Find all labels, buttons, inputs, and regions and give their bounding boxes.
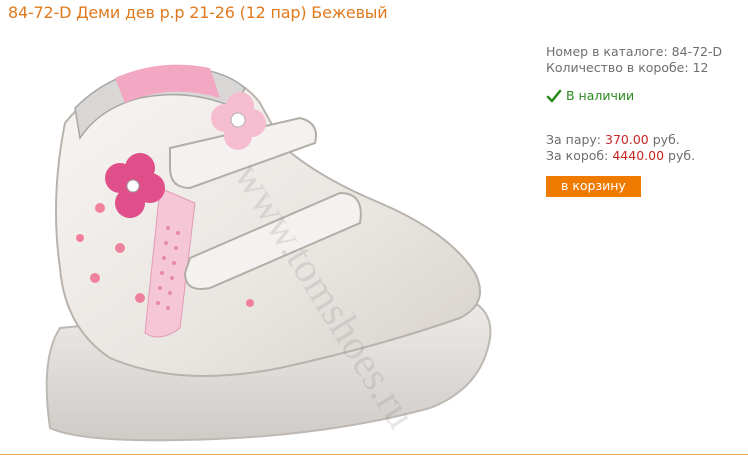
box-price-value: 4440.00 <box>612 148 665 163</box>
product-title: 84-72-D Деми дев р.р 21-26 (12 пар) Беже… <box>8 3 388 22</box>
box-quantity-row: Количество в коробе: 12 <box>546 60 746 76</box>
box-price-row: За короб: 4440.00 руб. <box>546 148 746 164</box>
prices: За пару: 370.00 руб. За короб: 4440.00 р… <box>546 132 746 164</box>
catalog-number-label: Номер в каталоге: <box>546 44 668 59</box>
box-quantity-label: Количество в коробе: <box>546 60 689 75</box>
divider <box>0 454 748 455</box>
checkmark-icon <box>546 88 562 104</box>
stock-status: В наличии <box>546 88 746 104</box>
stock-status-text: В наличии <box>566 88 635 103</box>
box-price-label: За короб: <box>546 148 609 163</box>
pair-price-value: 370.00 <box>605 132 649 147</box>
pair-price-currency: руб. <box>652 132 680 147</box>
catalog-number-value: 84-72-D <box>671 44 723 59</box>
pair-price-label: За пару: <box>546 132 602 147</box>
box-price-currency: руб. <box>668 148 696 163</box>
pair-price-row: За пару: 370.00 руб. <box>546 132 746 148</box>
add-to-cart-button[interactable]: в корзину <box>546 176 641 197</box>
product-image[interactable]: www.tomshoes.ru <box>20 28 500 453</box>
catalog-number-row: Номер в каталоге: 84-72-D <box>546 44 746 60</box>
product-info: Номер в каталоге: 84-72-D Количество в к… <box>546 44 746 197</box>
box-quantity-value: 12 <box>692 60 709 75</box>
